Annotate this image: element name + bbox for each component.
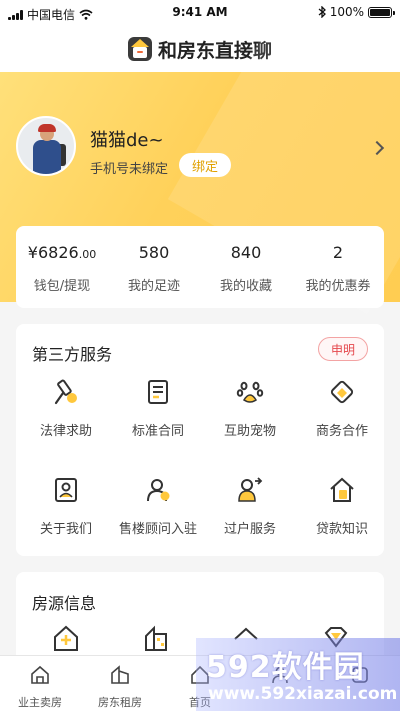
bluetooth-icon [318,6,326,18]
status-bar: 中国电信 9:41 AM 100% [0,0,400,26]
stat-label: 我的足迹 [127,279,180,294]
gavel-icon [54,379,77,405]
stats-card: ¥6826.00 钱包/提现 580 我的足迹 840 我的收藏 2 我的优惠券 [16,226,384,308]
service-label: 标准合同 [131,424,184,439]
building-icon[interactable] [142,624,170,652]
stat-favorites[interactable]: 840 我的收藏 [200,226,292,308]
house-tab-icon [31,665,49,684]
stat-value: 2 [332,243,344,262]
services-title: 第三方服务 [32,345,113,364]
consultant-icon [147,479,170,502]
stat-value: ¥6826.00 [27,243,97,262]
phone-status: 手机号未绑定 [90,162,169,177]
stat-label: 我的优惠券 [305,279,371,294]
stat-value: 580 [138,243,170,262]
avatar[interactable] [16,116,76,176]
service-label: 商务合作 [315,424,368,439]
house-add-icon[interactable] [52,624,80,652]
contract-icon [148,380,168,404]
stat-coupons[interactable]: 2 我的优惠券 [292,226,384,308]
service-loan-knowledge[interactable]: 贷款知识 [296,476,388,546]
service-sales-consultant[interactable]: 售楼顾问入驻 [112,476,204,546]
service-standard-contract[interactable]: 标准合同 [112,378,204,448]
service-label: 互助宠物 [223,424,276,439]
stat-footprints[interactable]: 580 我的足迹 [108,226,200,308]
username: 猫猫de~ [90,130,164,151]
battery-percent: 100% [329,5,364,19]
stat-wallet[interactable]: ¥6826.00 钱包/提现 [16,226,108,308]
service-label: 关于我们 [39,522,92,537]
service-label: 过户服务 [223,522,276,537]
handshake-icon [330,380,354,404]
tab-label: 业主卖房 [18,696,62,709]
notice-button[interactable]: 申明 [318,337,368,361]
paw-icon [236,381,264,403]
stat-value: 840 [230,243,262,262]
service-business[interactable]: 商务合作 [296,378,388,448]
house-chat-logo-icon [127,37,152,61]
battery-icon [368,6,395,18]
stat-label: 钱包/提现 [33,279,91,294]
service-label: 售楼顾问入驻 [118,522,197,537]
services-card: 第三方服务 申明 法律求助 标准合同 互助宠物 商务合作 关于我们 售楼顾问入驻… [16,324,384,556]
id-card-icon [55,478,77,502]
tab-owner-sell[interactable]: 业主卖房 [0,656,80,711]
watermark-url: www.592xiazai.com [208,684,398,704]
stat-label: 我的收藏 [219,279,272,294]
service-legal-help[interactable]: 法律求助 [20,378,112,448]
service-pets[interactable]: 互助宠物 [204,378,296,448]
service-about-us[interactable]: 关于我们 [20,476,112,546]
tab-landlord-rent[interactable]: 房东租房 [80,656,160,711]
service-label: 法律求助 [39,424,92,439]
status-right: 100% [318,5,395,19]
service-label: 贷款知识 [315,522,368,537]
transfer-icon [238,477,263,502]
house-rent-tab-icon [111,665,129,684]
watermark: 592软件园 www.592xiazai.com [196,638,400,711]
listings-title: 房源信息 [32,594,97,613]
bind-phone-button[interactable]: 绑定 [179,153,231,177]
loan-house-icon [330,477,354,502]
tab-label: 房东租房 [98,696,142,709]
watermark-logo: 592软件园 [206,650,365,685]
service-transfer[interactable]: 过户服务 [204,476,296,546]
